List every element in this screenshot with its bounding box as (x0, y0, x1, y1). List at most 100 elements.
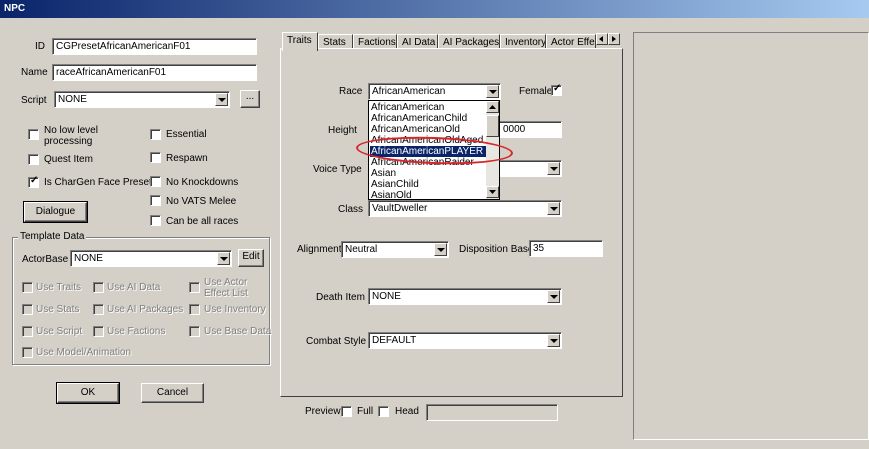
chevron-down-icon[interactable] (547, 290, 560, 303)
race-dropdown-list[interactable]: AfricanAmerican AfricanAmericanChild Afr… (368, 100, 500, 200)
quest-item-checkbox[interactable] (28, 154, 39, 165)
race-option[interactable]: AsianOld (370, 190, 487, 199)
chevron-down-icon[interactable] (486, 85, 499, 98)
all-races-label: Can be all races (166, 216, 239, 227)
checkmark-icon: ✓ (553, 83, 562, 94)
no-vats-label: No VATS Melee (166, 196, 237, 207)
name-label: Name (21, 67, 48, 78)
preview-head-checkbox[interactable] (378, 406, 389, 417)
race-select-value: AfricanAmerican (372, 86, 446, 97)
preview-full-label: Full (357, 406, 374, 417)
female-checkbox[interactable]: ✓ (551, 83, 562, 96)
actorbase-select[interactable]: NONE (70, 250, 232, 267)
tab-scroll-left-button[interactable] (596, 33, 608, 45)
use-inventory-label: Use Inventory (204, 304, 266, 315)
script-browse-button[interactable]: ... (240, 90, 260, 108)
race-option[interactable]: AfricanAmerican (370, 102, 487, 113)
essential-label: Essential (166, 129, 207, 140)
race-option-selected[interactable]: AfricanAmericanPLAYER (370, 146, 487, 157)
chevron-down-icon[interactable] (547, 162, 560, 175)
script-select-value: NONE (58, 94, 87, 105)
chevron-down-icon[interactable] (215, 93, 228, 106)
chargen-checkbox[interactable]: ✓ (28, 175, 39, 188)
race-option[interactable]: AfricanAmericanChild (370, 113, 487, 124)
use-factions-checkbox[interactable] (93, 326, 104, 337)
use-stats-checkbox[interactable] (22, 304, 33, 315)
race-label: Race (339, 86, 363, 97)
use-ai-data-checkbox[interactable] (93, 282, 104, 293)
use-script-checkbox[interactable] (22, 326, 33, 337)
disposition-field[interactable]: 35 (529, 240, 603, 257)
actorbase-select-value: NONE (74, 253, 103, 264)
chevron-down-icon[interactable] (547, 334, 560, 347)
height-label: Height (328, 125, 357, 136)
race-option[interactable]: AsianChild (370, 179, 487, 190)
all-races-checkbox[interactable] (150, 215, 161, 226)
chevron-up-icon (489, 105, 496, 109)
scroll-thumb[interactable] (486, 115, 499, 137)
race-dropdown-scrollbar[interactable] (486, 101, 499, 199)
female-label: Female (519, 86, 553, 97)
cancel-button[interactable]: Cancel (141, 383, 204, 403)
use-model-label: Use Model/Animation (36, 347, 132, 358)
dialogue-button[interactable]: Dialogue (23, 201, 88, 223)
alignment-select[interactable]: Neutral (341, 241, 449, 258)
use-base-data-checkbox[interactable] (189, 326, 200, 337)
death-item-label: Death Item (316, 292, 365, 303)
class-select[interactable]: VaultDweller (368, 200, 562, 217)
chargen-label: Is CharGen Face Preset (44, 177, 152, 188)
tab-traits[interactable]: Traits (282, 32, 318, 51)
death-item-select[interactable]: NONE (368, 288, 562, 305)
window-title: NPC (4, 3, 26, 14)
use-ai-data-label: Use AI Data (107, 282, 161, 293)
no-low-level-checkbox[interactable] (28, 129, 39, 140)
chevron-down-icon[interactable] (547, 202, 560, 215)
preview-full-checkbox[interactable] (341, 406, 352, 417)
preview-label: Preview (305, 406, 341, 417)
tab-scroll-right-button[interactable] (608, 33, 620, 45)
use-factions-label: Use Factions (107, 326, 166, 337)
race-option[interactable]: Asian (370, 168, 487, 179)
use-stats-label: Use Stats (36, 304, 80, 315)
respawn-label: Respawn (166, 153, 208, 164)
chevron-down-icon[interactable] (434, 243, 447, 256)
no-low-level-label-2: processing (44, 136, 93, 147)
scroll-up-button[interactable] (486, 101, 499, 113)
chevron-down-icon[interactable] (217, 252, 230, 265)
use-traits-checkbox[interactable] (22, 282, 33, 293)
preview-field (426, 404, 558, 421)
name-field[interactable]: raceAfricanAmericanF01 (52, 64, 257, 81)
race-select[interactable]: AfricanAmerican (368, 83, 501, 100)
scroll-down-button[interactable] (486, 186, 499, 198)
id-field[interactable]: CGPresetAfricanAmericanF01 (52, 38, 257, 55)
race-option[interactable]: AfricanAmericanRaider (370, 157, 487, 168)
use-ai-packages-label: Use AI Packages (107, 304, 184, 315)
voice-type-label: Voice Type (313, 164, 362, 175)
script-select[interactable]: NONE (54, 91, 230, 108)
actorbase-label: ActorBase (22, 254, 69, 265)
chevron-left-icon (599, 36, 603, 42)
use-ai-packages-checkbox[interactable] (93, 304, 104, 315)
no-knockdowns-checkbox[interactable] (150, 176, 161, 187)
use-script-label: Use Script (36, 326, 83, 337)
no-vats-checkbox[interactable] (150, 195, 161, 206)
combat-style-select[interactable]: DEFAULT (368, 332, 562, 349)
respawn-checkbox[interactable] (150, 152, 161, 163)
preview-head-label: Head (395, 406, 419, 417)
race-option[interactable]: AfricanAmericanOldAged (370, 135, 487, 146)
edit-button[interactable]: Edit (238, 249, 264, 267)
ok-button[interactable]: OK (56, 382, 120, 404)
combat-style-select-value: DEFAULT (372, 335, 417, 346)
use-inventory-checkbox[interactable] (189, 304, 200, 315)
id-label: ID (35, 41, 45, 52)
alignment-select-value: Neutral (345, 244, 378, 255)
race-option[interactable]: AfricanAmericanOld (370, 124, 487, 135)
essential-checkbox[interactable] (150, 129, 161, 140)
combat-style-label: Combat Style (306, 336, 367, 347)
preview-panel[interactable] (633, 32, 869, 440)
class-label: Class (338, 204, 364, 215)
use-model-checkbox[interactable] (22, 347, 33, 358)
chevron-right-icon (612, 36, 616, 42)
alignment-label: Alignment (297, 244, 342, 255)
use-actor-effect-checkbox[interactable] (189, 282, 200, 293)
